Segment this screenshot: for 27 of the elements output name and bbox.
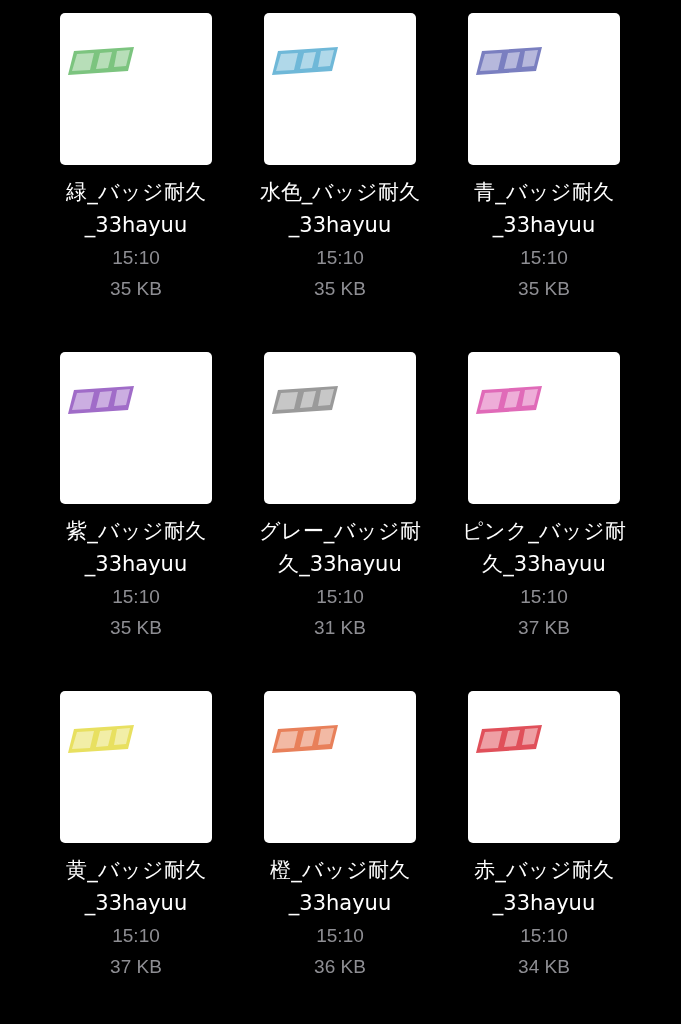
file-size: 37 KB bbox=[110, 955, 162, 979]
file-size: 35 KB bbox=[314, 277, 366, 301]
file-time: 15:10 bbox=[520, 585, 568, 609]
file-name: 橙_バッジ耐久_33hayuu bbox=[269, 857, 411, 918]
file-size: 35 KB bbox=[110, 277, 162, 301]
file-name: 水色_バッジ耐久_33hayuu bbox=[258, 179, 422, 240]
file-time: 15:10 bbox=[520, 246, 568, 270]
file-time: 15:10 bbox=[316, 585, 364, 609]
file-name: 紫_バッジ耐久_33hayuu bbox=[65, 518, 207, 579]
file-size: 34 KB bbox=[518, 955, 570, 979]
file-time: 15:10 bbox=[316, 246, 364, 270]
file-name: 青_バッジ耐久_33hayuu bbox=[473, 179, 615, 240]
file-size: 36 KB bbox=[314, 955, 366, 979]
file-name: ピンク_バッジ耐久_33hayuu bbox=[462, 518, 626, 579]
file-time: 15:10 bbox=[520, 924, 568, 948]
file-name: 赤_バッジ耐久_33hayuu bbox=[473, 857, 615, 918]
file-name: グレー_バッジ耐久_33hayuu bbox=[258, 518, 422, 579]
file-time: 15:10 bbox=[112, 585, 160, 609]
file-name: 緑_バッジ耐久_33hayuu bbox=[65, 179, 207, 240]
file-time: 15:10 bbox=[112, 246, 160, 270]
file-size: 35 KB bbox=[110, 616, 162, 640]
file-time: 15:10 bbox=[112, 924, 160, 948]
file-name: 黄_バッジ耐久_33hayuu bbox=[65, 857, 207, 918]
file-size: 37 KB bbox=[518, 616, 570, 640]
file-size: 35 KB bbox=[518, 277, 570, 301]
file-time: 15:10 bbox=[316, 924, 364, 948]
file-size: 31 KB bbox=[314, 616, 366, 640]
